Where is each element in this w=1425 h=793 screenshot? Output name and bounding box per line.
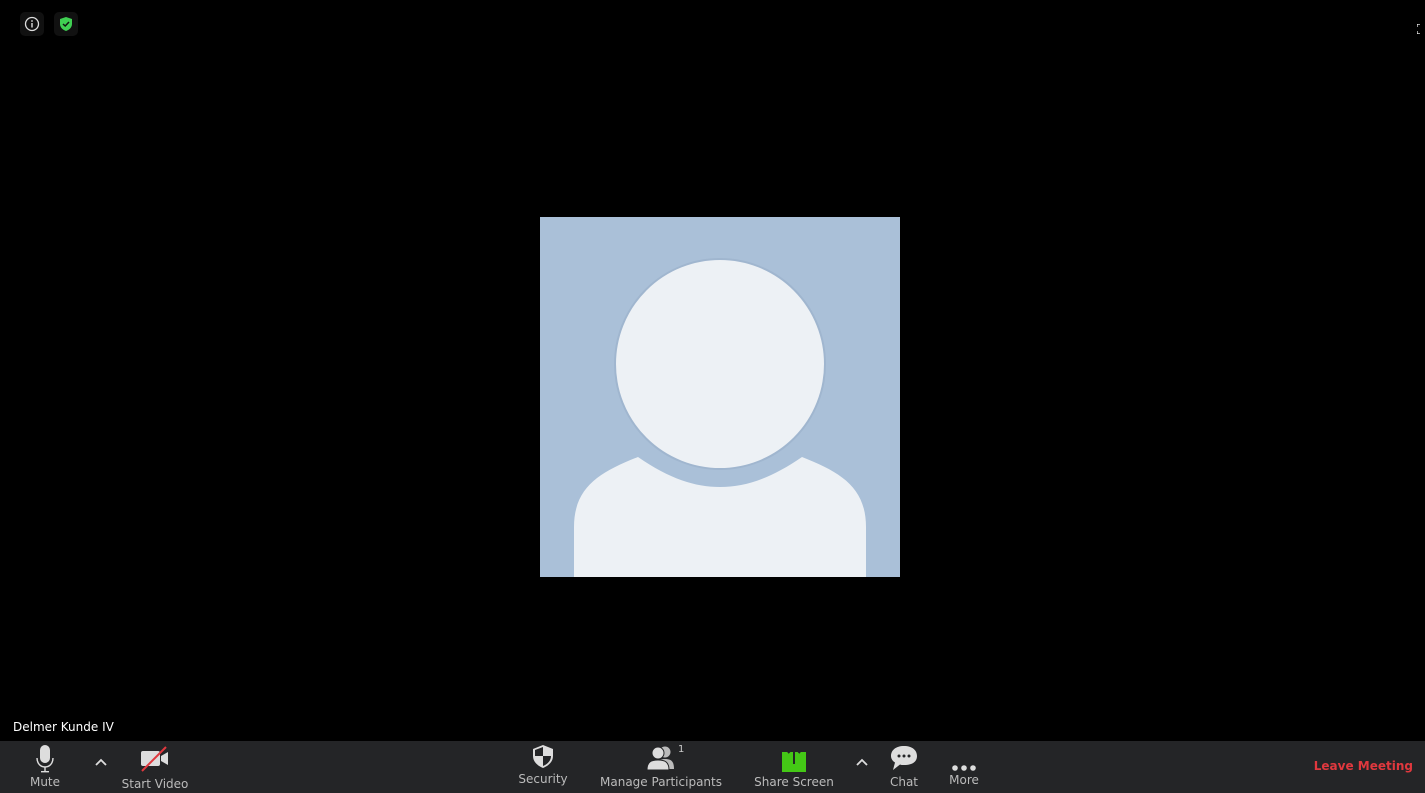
- start-video-button[interactable]: Start Video: [120, 741, 190, 793]
- participant-count-badge: 1: [678, 744, 685, 755]
- encryption-shield-icon[interactable]: [54, 12, 78, 36]
- more-button[interactable]: More: [944, 741, 984, 793]
- microphone-icon: [36, 745, 54, 773]
- participant-name: Delmer Kunde IV: [13, 720, 114, 734]
- avatar: [540, 217, 900, 577]
- share-options-chevron-up-icon[interactable]: [855, 757, 869, 767]
- video-stage: Delmer Kunde IV: [0, 0, 1425, 741]
- video-off-icon: [141, 746, 168, 772]
- leave-meeting-button[interactable]: Leave Meeting: [1314, 759, 1413, 773]
- more-dots-icon: [952, 765, 976, 771]
- share-screen-button[interactable]: Share Screen: [754, 741, 834, 793]
- security-shield-icon: [533, 745, 553, 768]
- audio-options-chevron-up-icon[interactable]: [94, 757, 108, 767]
- meeting-toolbar: Mute Start Video Security Manage Partici…: [0, 741, 1425, 793]
- info-icon[interactable]: [20, 12, 44, 36]
- share-screen-icon: [782, 745, 806, 772]
- security-button[interactable]: Security: [513, 741, 573, 793]
- participants-icon: [646, 746, 674, 771]
- manage-participants-button[interactable]: Manage Participants: [600, 741, 722, 793]
- mute-button[interactable]: Mute: [25, 741, 65, 793]
- chat-button[interactable]: Chat: [884, 741, 924, 793]
- chat-bubble-icon: [891, 746, 917, 770]
- fullscreen-icon[interactable]: [1417, 24, 1423, 34]
